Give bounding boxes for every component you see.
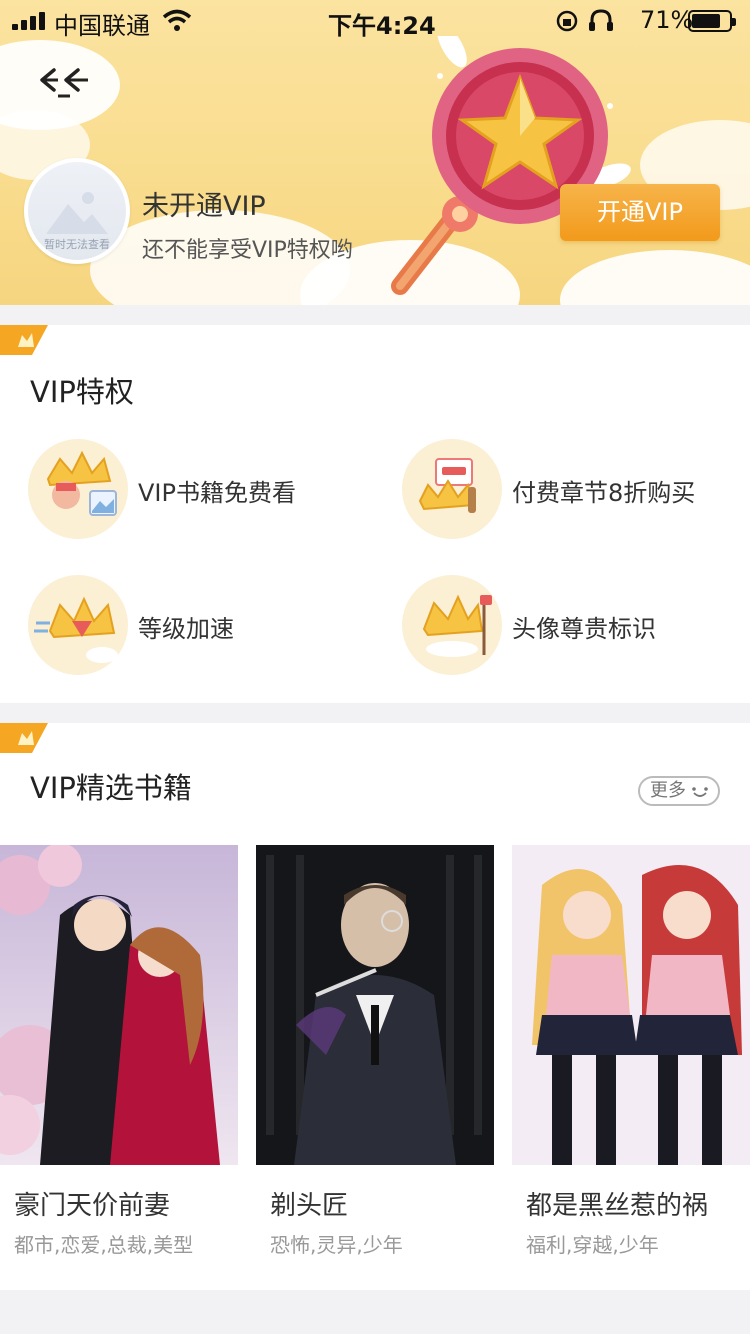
more-label: 更多 — [650, 780, 686, 801]
crown-tag-icon — [0, 723, 48, 753]
privilege-label: 付费章节8折购买 — [512, 479, 696, 507]
star-wand-icon — [391, 36, 631, 295]
book-cover[interactable] — [0, 845, 238, 1165]
vip-status-title: 未开通VIP — [142, 191, 266, 222]
crown-tag-icon — [0, 325, 48, 355]
book-cover[interactable] — [512, 845, 750, 1165]
book-title: 剃头匠 — [270, 1191, 349, 1221]
carrier-label: 中国联通 — [54, 12, 150, 40]
signal-icon — [12, 12, 48, 30]
battery-percent: 71% — [640, 6, 694, 34]
book-title: 豪门天价前妻 — [14, 1191, 171, 1221]
privilege-label: 等级加速 — [138, 615, 234, 643]
books-title: VIP精选书籍 — [30, 771, 192, 805]
lock-rotation-icon — [556, 9, 613, 32]
privilege-label: 头像尊贵标识 — [512, 615, 656, 643]
book-cover[interactable] — [256, 845, 494, 1165]
privilege-item-avatar-badge[interactable]: 头像尊贵标识 — [402, 575, 742, 675]
privilege-item-discount[interactable]: 付费章节8折购买 — [402, 439, 742, 539]
privilege-item-level-boost[interactable]: 等级加速 — [28, 575, 368, 675]
crown-speed-icon — [28, 575, 128, 675]
book-tags: 福利,穿越,少年 — [526, 1233, 659, 1257]
wifi-icon — [162, 9, 192, 31]
avatar-placeholder-text: 暂时无法查看 — [44, 238, 110, 251]
privilege-item-free-books[interactable]: VIP书籍免费看 — [28, 439, 368, 539]
vip-status-subtitle: 还不能享受VIP特权哟 — [142, 238, 353, 263]
crown-avatar-icon — [402, 575, 502, 675]
crown-book-icon — [28, 439, 128, 539]
image-placeholder-icon — [46, 192, 108, 234]
book-title: 都是黑丝惹的祸 — [526, 1191, 709, 1221]
avatar[interactable]: 暂时无法查看 — [24, 158, 130, 264]
back-button[interactable] — [36, 62, 96, 102]
smile-icon — [692, 787, 708, 797]
privileges-title: VIP特权 — [30, 375, 134, 409]
book-tags: 恐怖,灵异,少年 — [270, 1233, 403, 1257]
crown-discount-icon — [402, 439, 502, 539]
open-vip-button[interactable]: 开通VIP — [560, 184, 720, 241]
vip-header: 中国联通 下午4:24 71% 暂时无法查看 未开通VIP 还不能享受VIP特权… — [0, 0, 750, 305]
book-tags: 都市,恋爱,总裁,美型 — [14, 1233, 194, 1257]
battery-icon — [688, 10, 736, 32]
vip-privileges-section: VIP特权 VIP书籍免费看 付费章节8折购买 等级加速 头像尊贵标识 — [0, 325, 750, 703]
more-button[interactable]: 更多 — [638, 776, 720, 806]
privilege-label: VIP书籍免费看 — [138, 479, 296, 507]
